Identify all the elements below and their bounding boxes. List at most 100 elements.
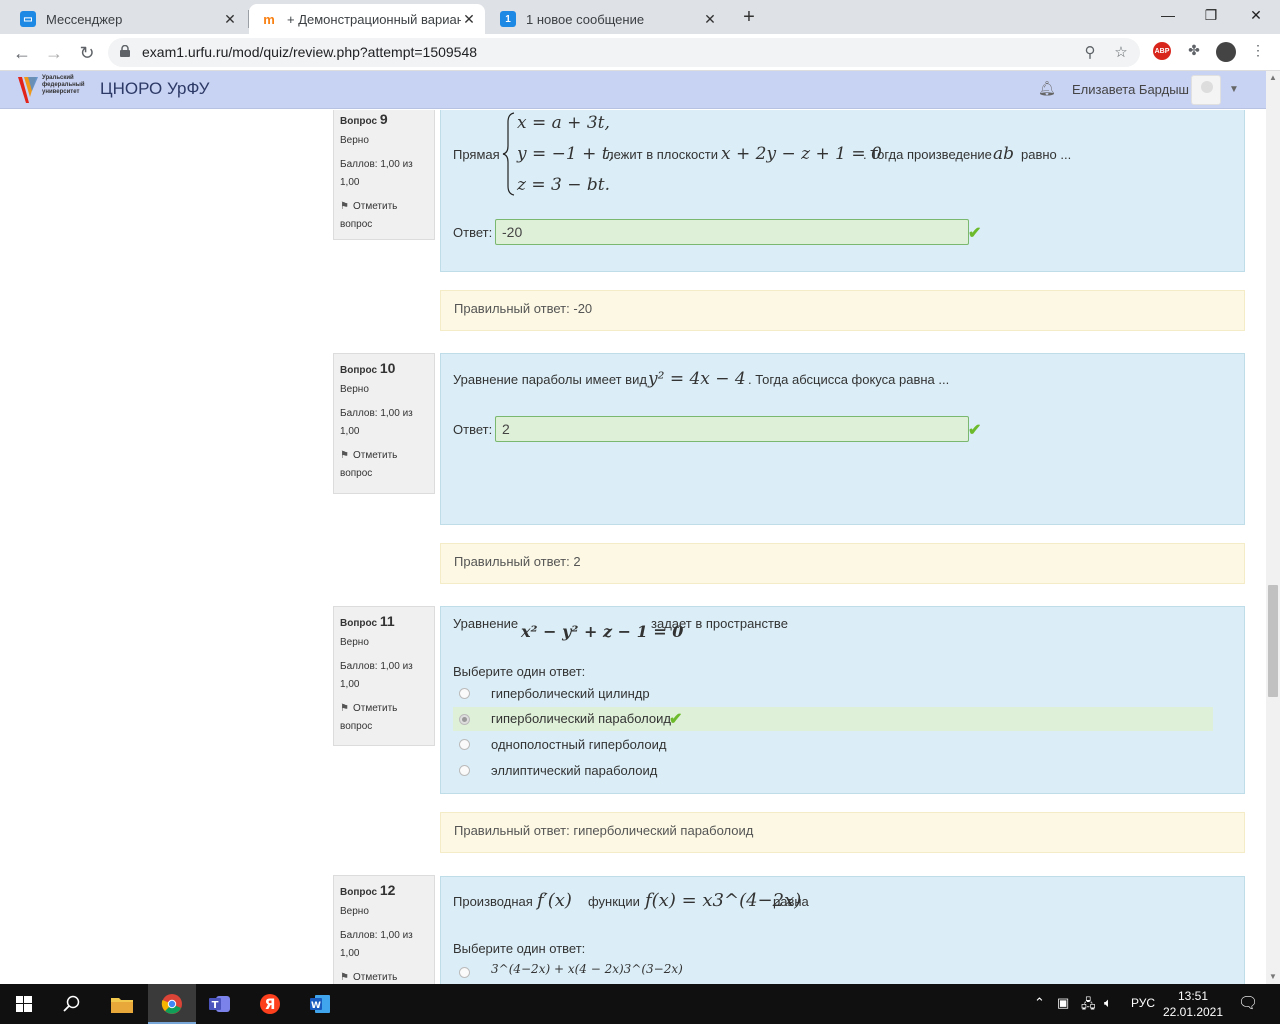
answer-label: Ответ: xyxy=(453,422,493,437)
option-radio[interactable] xyxy=(459,688,470,699)
page-scrollbar[interactable]: ▲ ▼ xyxy=(1266,71,1280,984)
option-radio-selected[interactable] xyxy=(459,714,470,725)
flag-question-link[interactable]: ⚑ Отметить xyxy=(340,969,428,984)
adblock-icon[interactable]: ABP xyxy=(1153,42,1171,60)
flag-icon: ⚑ xyxy=(340,972,349,983)
security-tray-icon[interactable]: ▣ xyxy=(1057,995,1069,1011)
formula-derivative: f′(x) xyxy=(537,890,572,911)
zoom-icon[interactable]: ⚲ xyxy=(1080,43,1100,63)
system-equation-1: x = a + 3t, xyxy=(517,113,610,133)
clock-date: 22.01.2021 xyxy=(1162,1005,1224,1019)
question-state: Верно xyxy=(340,384,369,395)
teams-icon[interactable]: T xyxy=(196,984,244,1024)
windows-start-icon[interactable] xyxy=(0,984,48,1024)
tab-new-message[interactable]: 1 1 новое сообщение ✕ xyxy=(488,4,726,34)
search-icon[interactable] xyxy=(48,984,96,1024)
flag-question-link[interactable]: ⚑ Отметить вопрос xyxy=(340,447,428,483)
option-label[interactable]: 3^(4−2x) + x(4 − 2x)3^(3−2x) xyxy=(491,962,683,976)
option-radio[interactable] xyxy=(459,765,470,776)
option-label[interactable]: эллиптический параболоид xyxy=(491,763,657,778)
answer-input[interactable]: -20 xyxy=(495,219,969,245)
option-label[interactable]: гиперболический параболоид xyxy=(491,711,671,726)
minimize-icon[interactable]: — xyxy=(1153,4,1183,26)
reload-icon[interactable]: ↻ xyxy=(75,41,99,65)
question-text: задает в пространстве xyxy=(651,616,788,631)
option-label[interactable]: однополостный гиперболоид xyxy=(491,737,666,752)
browser-tab-strip: ▭ Мессенджер ✕ m + Демонстрационный вари… xyxy=(0,0,1280,34)
question-grade: Баллов: 1,00 из 1,00 xyxy=(340,408,413,437)
svg-text:T: T xyxy=(212,1000,219,1011)
network-icon[interactable]: 🖧︎ xyxy=(1081,995,1096,1017)
user-name[interactable]: Елизавета Бардыш xyxy=(1072,82,1189,97)
lock-icon xyxy=(120,45,130,57)
scroll-down-arrow-icon[interactable]: ▼ xyxy=(1266,970,1280,984)
answer-label: Ответ: xyxy=(453,225,493,240)
restore-icon[interactable]: ❐ xyxy=(1196,4,1226,26)
system-clock[interactable]: 13:51 22.01.2021 xyxy=(1160,988,1226,1020)
svg-text:Я: Я xyxy=(265,997,276,1013)
browser-menu-icon[interactable]: ⋮ xyxy=(1248,42,1268,62)
urfu-logo[interactable]: Уральский федеральный университет xyxy=(16,73,94,107)
caret-down-icon[interactable]: ▼ xyxy=(1229,84,1239,95)
action-center-icon[interactable]: 🗨︎ xyxy=(1238,993,1258,1013)
profile-avatar[interactable] xyxy=(1216,42,1236,62)
new-tab-button[interactable]: + xyxy=(738,6,760,28)
correct-check-icon: ✔ xyxy=(669,711,683,728)
question-grade: Баллов: 1,00 из 1,00 xyxy=(340,930,413,959)
option-radio[interactable] xyxy=(459,967,470,978)
flag-question-link[interactable]: ⚑ Отметить вопрос xyxy=(340,700,428,736)
question-text: . Тогда абсцисса фокуса равна ... xyxy=(748,372,950,387)
formula-plane: x + 2y − z + 1 = 0 xyxy=(721,144,882,164)
question-grade: Баллов: 1,00 из 1,00 xyxy=(340,661,413,690)
word-icon[interactable]: W xyxy=(296,984,344,1024)
address-bar[interactable]: exam1.urfu.ru/mod/quiz/review.php?attemp… xyxy=(108,38,1140,67)
site-name[interactable]: ЦНОРО УрФУ xyxy=(100,79,209,99)
extensions-puzzle-icon[interactable]: ✤ xyxy=(1184,42,1204,62)
file-explorer-icon[interactable] xyxy=(98,984,146,1024)
question-state: Верно xyxy=(340,637,369,648)
formula-ab: ab xyxy=(993,144,1015,164)
close-window-icon[interactable]: ✕ xyxy=(1241,4,1271,26)
question-state: Верно xyxy=(340,135,369,146)
language-indicator[interactable]: РУС xyxy=(1131,996,1155,1010)
tab-quiz-demo[interactable]: m + Демонстрационный вариант ✕ xyxy=(249,4,485,34)
correct-answer-feedback: Правильный ответ: -20 xyxy=(440,290,1245,331)
back-arrow-icon[interactable]: ← xyxy=(10,41,34,65)
notification-bell-icon[interactable]: 🔔︎ xyxy=(1038,80,1056,97)
tab-title: 1 новое сообщение xyxy=(526,11,645,27)
volume-icon[interactable]: 🔈︎ xyxy=(1104,995,1112,1011)
answer-prompt: Выберите один ответ: xyxy=(453,941,586,956)
forward-arrow-icon[interactable]: → xyxy=(42,41,66,65)
question-number: Вопрос 9 xyxy=(340,111,388,127)
correct-answer-feedback: Правильный ответ: 2 xyxy=(440,543,1245,584)
quiz-review-content: Вопрос 9 Верно Баллов: 1,00 из 1,00 ⚑ Отме… xyxy=(0,110,1266,984)
scroll-thumb[interactable] xyxy=(1268,585,1278,697)
bookmark-star-icon[interactable]: ☆ xyxy=(1111,43,1131,63)
close-tab-icon[interactable]: ✕ xyxy=(222,11,238,28)
site-header: Уральский федеральный университет ЦНОРО … xyxy=(0,71,1266,109)
close-tab-icon[interactable]: ✕ xyxy=(702,11,718,28)
yandex-browser-icon[interactable]: Я xyxy=(246,984,294,1024)
tray-chevron-up-icon[interactable]: ⌃ xyxy=(1034,995,1045,1011)
question-text: равно ... xyxy=(1021,147,1072,162)
question-number: Вопрос 10 xyxy=(340,360,396,376)
answer-input[interactable]: 2 xyxy=(495,416,969,442)
flag-icon: ⚑ xyxy=(340,703,349,714)
question-grade: Баллов: 1,00 из 1,00 xyxy=(340,159,413,188)
tab-messenger[interactable]: ▭ Мессенджер ✕ xyxy=(8,4,246,34)
chrome-icon[interactable] xyxy=(148,984,196,1024)
browser-toolbar: ← → ↻ exam1.urfu.ru/mod/quiz/review.php?… xyxy=(0,34,1280,71)
close-tab-icon[interactable]: ✕ xyxy=(461,11,477,28)
option-radio[interactable] xyxy=(459,739,470,750)
correct-check-icon: ✔ xyxy=(968,225,982,242)
chat-icon: ▭ xyxy=(20,11,36,27)
flag-icon: ⚑ xyxy=(340,201,349,212)
scroll-up-arrow-icon[interactable]: ▲ xyxy=(1266,71,1280,85)
user-avatar[interactable] xyxy=(1191,75,1221,105)
system-equation-2: y = −1 + t, xyxy=(517,144,615,164)
question-text: . Тогда произведение xyxy=(863,147,992,162)
question-text: Уравнение параболы имеет вид xyxy=(453,372,647,387)
logo-text: Уральский федеральный университет xyxy=(42,75,85,95)
flag-question-link[interactable]: ⚑ Отметить вопрос xyxy=(340,198,428,234)
option-label[interactable]: гиперболический цилиндр xyxy=(491,686,650,701)
